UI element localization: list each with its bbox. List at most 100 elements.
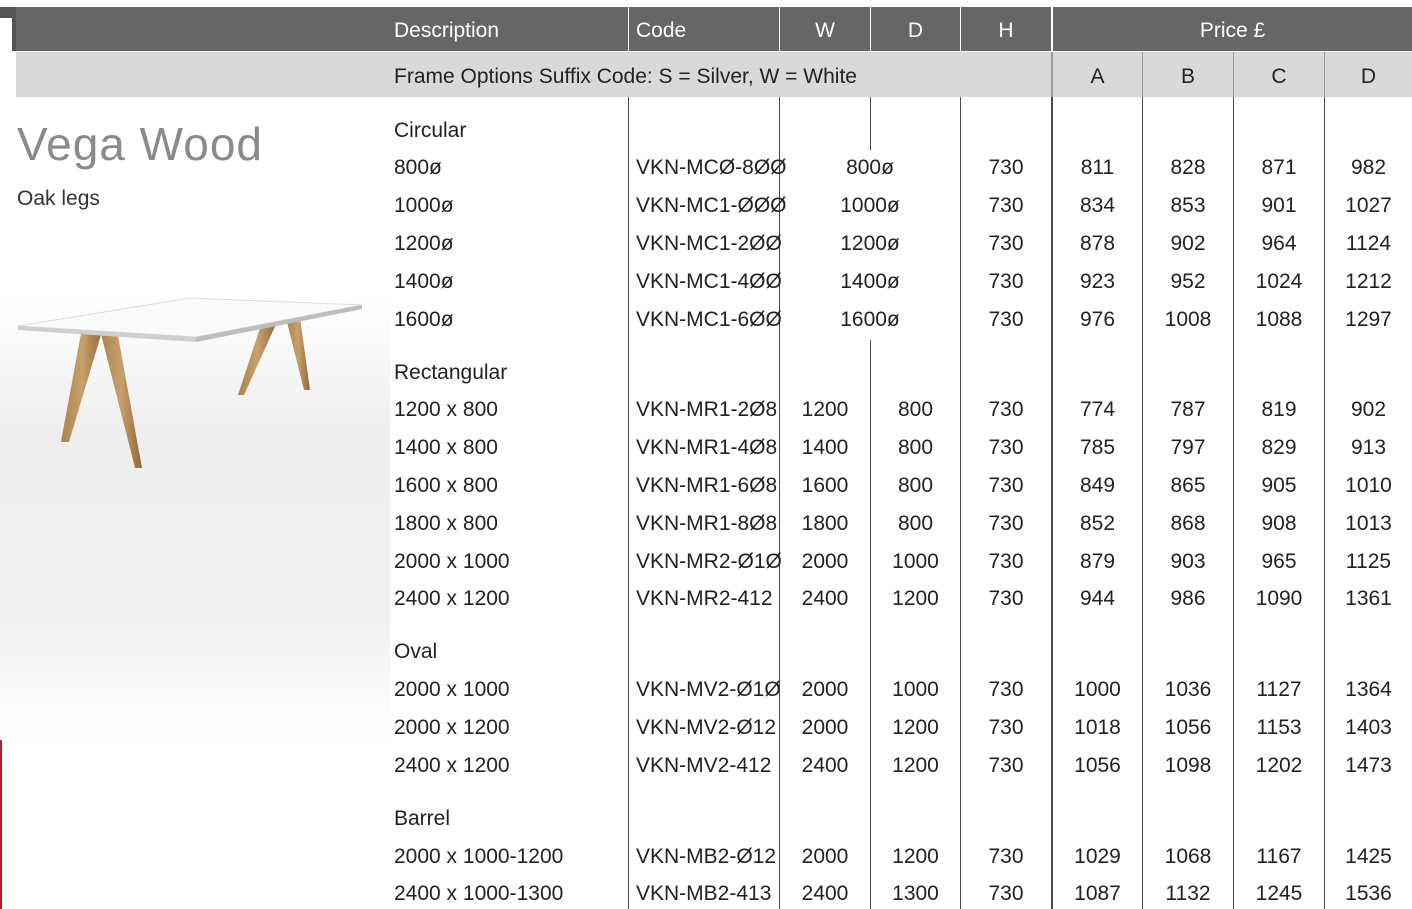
row-price-c: 1153 <box>1256 716 1302 739</box>
row-diameter: 1200ø <box>840 232 900 255</box>
row-code: VKN-MR1-6Ø8 <box>636 474 778 497</box>
row-diameter: 1400ø <box>840 270 900 293</box>
group-label-barrel: Barrel <box>394 807 451 830</box>
row-code: VKN-MC1-ØØØ <box>636 194 787 217</box>
row-price-a: 878 <box>1079 232 1116 255</box>
table-leg-back-left <box>238 322 277 395</box>
row-price-d: 982 <box>1350 156 1387 179</box>
row-height: 730 <box>988 474 1024 497</box>
row-price-d: 1425 <box>1345 845 1392 868</box>
row-diameter: 1600ø <box>840 308 900 331</box>
subheader-divider <box>1142 52 1143 97</box>
row-price-b: 1132 <box>1165 882 1211 905</box>
table-leg-front-right <box>100 330 142 468</box>
row-depth: 1200 <box>892 845 939 868</box>
row-price-c: 829 <box>1261 436 1297 459</box>
row-description: 1200ø <box>394 232 454 255</box>
row-price-c: 1202 <box>1255 754 1303 777</box>
row-height: 730 <box>988 845 1024 868</box>
row-price-c: 965 <box>1261 550 1297 573</box>
row-price-b: 787 <box>1170 398 1206 421</box>
row-description: 2000 x 1000-1200 <box>394 845 564 868</box>
row-height: 730 <box>988 512 1024 535</box>
row-price-b: 902 <box>1170 232 1206 255</box>
row-code: VKN-MB2-413 <box>636 882 772 905</box>
column-divider <box>870 340 871 909</box>
price-band-b: B <box>1180 65 1195 88</box>
row-price-a: 1029 <box>1074 845 1121 868</box>
row-depth: 1000 <box>892 678 939 701</box>
row-width: 2000 <box>801 845 849 868</box>
table-product-image <box>17 297 363 468</box>
row-height: 730 <box>988 716 1024 739</box>
row-price-a: 811 <box>1080 156 1115 179</box>
row-width: 1400 <box>801 436 849 459</box>
row-width: 2000 <box>801 550 849 573</box>
table-leg-front-left <box>61 328 103 442</box>
row-price-c: 905 <box>1261 474 1297 497</box>
row-price-c: 901 <box>1261 194 1297 217</box>
column-divider <box>960 97 961 909</box>
product-title: Vega Wood <box>17 118 264 170</box>
row-price-d: 1364 <box>1345 678 1392 701</box>
row-width: 1200 <box>801 398 849 421</box>
row-description: 800ø <box>394 156 442 179</box>
header-code: Code <box>636 19 687 42</box>
frame-options-note: Frame Options Suffix Code: S = Silver, W… <box>394 65 857 88</box>
row-price-d: 1010 <box>1345 474 1392 497</box>
row-description: 2400 x 1000-1300 <box>394 882 564 905</box>
row-price-b: 797 <box>1170 436 1206 459</box>
row-width: 2000 <box>801 678 849 701</box>
group-label-oval: Oval <box>394 640 438 663</box>
row-price-d: 1212 <box>1345 270 1392 293</box>
row-depth: 800 <box>897 398 934 421</box>
column-divider <box>628 97 629 909</box>
header-divider <box>1051 7 1053 51</box>
row-price-b: 828 <box>1170 156 1206 179</box>
row-price-b: 865 <box>1170 474 1206 497</box>
row-height: 730 <box>988 436 1024 459</box>
row-price-b: 1056 <box>1164 716 1212 739</box>
row-diameter: 1000ø <box>840 194 900 217</box>
row-price-d: 1013 <box>1345 512 1392 535</box>
row-price-c: 819 <box>1261 398 1297 421</box>
row-price-d: 1125 <box>1345 550 1392 573</box>
header-divider <box>628 7 629 51</box>
row-price-a: 976 <box>1079 308 1116 331</box>
row-depth: 800 <box>897 474 934 497</box>
row-height: 730 <box>988 587 1024 610</box>
row-price-a: 879 <box>1079 550 1116 573</box>
row-code: VKN-MR2-Ø1Ø <box>636 550 782 573</box>
row-code: VKN-MB2-Ø12 <box>636 845 777 868</box>
row-code: VKN-MR2-412 <box>636 587 773 610</box>
row-price-b: 1098 <box>1164 754 1212 777</box>
row-price-c: 871 <box>1261 156 1297 179</box>
row-price-b: 853 <box>1170 194 1206 217</box>
row-height: 730 <box>988 550 1024 573</box>
row-price-d: 1124 <box>1345 232 1392 255</box>
row-price-c: 1090 <box>1255 587 1303 610</box>
row-price-b: 868 <box>1170 512 1206 535</box>
row-width: 1600 <box>801 474 849 497</box>
row-price-a: 834 <box>1079 194 1116 217</box>
row-height: 730 <box>988 308 1024 331</box>
row-price-a: 1087 <box>1074 882 1121 905</box>
row-price-d: 1536 <box>1345 882 1392 905</box>
row-price-b: 1036 <box>1164 678 1212 701</box>
row-price-a: 849 <box>1079 474 1116 497</box>
row-price-b: 1008 <box>1164 308 1212 331</box>
row-price-d: 1361 <box>1345 587 1392 610</box>
row-height: 730 <box>988 678 1024 701</box>
row-price-a: 852 <box>1079 512 1116 535</box>
row-width: 2400 <box>801 754 849 777</box>
row-price-b: 986 <box>1170 587 1206 610</box>
row-code: VKN-MCØ-8ØØ <box>636 156 787 179</box>
header-width: W <box>815 19 835 42</box>
row-height: 730 <box>988 398 1024 421</box>
subheader-divider <box>1233 52 1234 97</box>
row-description: 2400 x 1200 <box>394 587 510 610</box>
row-price-d: 913 <box>1350 436 1387 459</box>
row-depth: 1000 <box>892 550 939 573</box>
corner-notch <box>0 18 12 51</box>
row-price-b: 952 <box>1170 270 1206 293</box>
